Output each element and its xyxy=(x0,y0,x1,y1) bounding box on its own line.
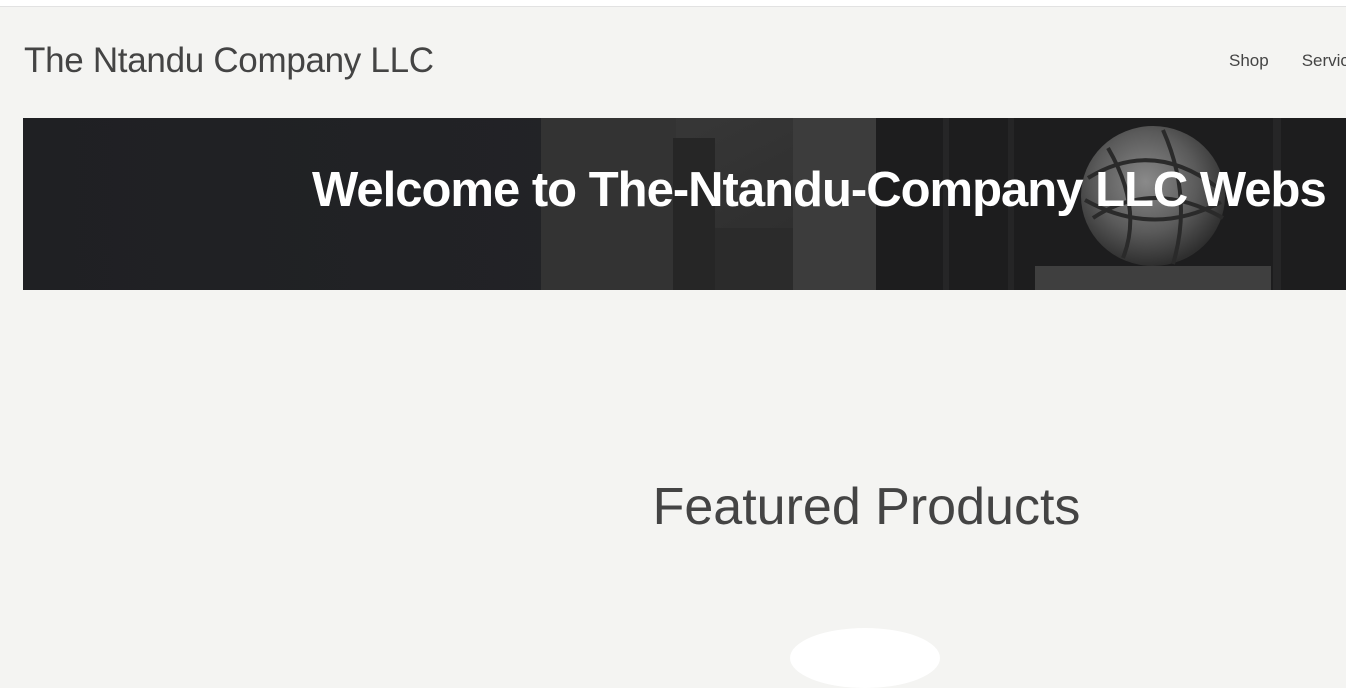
site-title[interactable]: The Ntandu Company LLC xyxy=(24,41,434,81)
nav-link-shop[interactable]: Shop xyxy=(1229,51,1269,71)
nav-link-services[interactable]: Servic xyxy=(1302,51,1346,71)
hero-title: Welcome to The-Ntandu-Company LLC Webs xyxy=(312,163,1327,217)
hero-banner: Welcome to The-Ntandu-Company LLC Webs xyxy=(23,118,1346,290)
main-nav: Shop Servic xyxy=(1229,51,1346,75)
site-header: The Ntandu Company LLC Shop Servic xyxy=(0,7,1346,117)
browser-top-edge xyxy=(0,0,1346,7)
featured-products-heading: Featured Products xyxy=(652,478,1081,536)
featured-product-image[interactable] xyxy=(790,628,940,688)
